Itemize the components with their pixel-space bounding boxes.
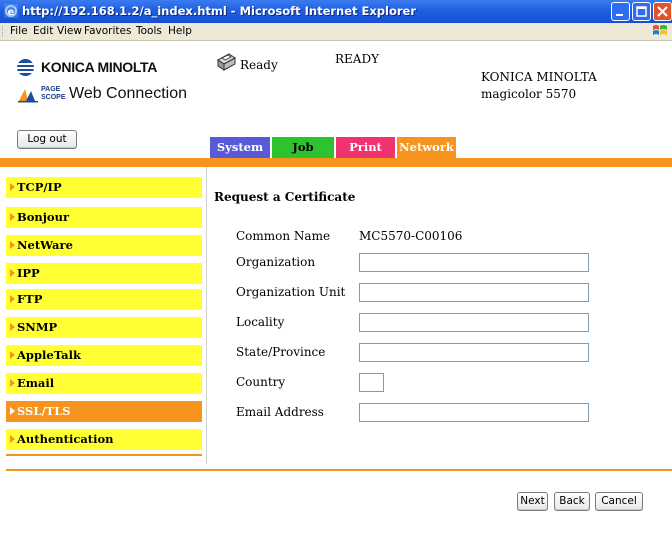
arrow-right-icon: [10, 435, 15, 443]
header-divider: [0, 158, 672, 167]
sidebar-item-appletalk[interactable]: AppleTalk: [6, 345, 202, 366]
locality-label: Locality: [236, 315, 285, 329]
menu-file[interactable]: File: [10, 25, 28, 37]
sidebar-item-ftp[interactable]: FTP: [6, 289, 202, 310]
organization-field[interactable]: [359, 253, 589, 272]
sidebar-item-label: Email: [17, 376, 55, 390]
windows-logo-icon: [653, 25, 667, 35]
printer-status-icon: [217, 53, 236, 71]
tab-network[interactable]: Network: [397, 137, 456, 158]
sidebar-item-label: AppleTalk: [17, 348, 81, 362]
content-divider: [206, 167, 207, 464]
locality-field[interactable]: [359, 313, 589, 332]
menu-view[interactable]: View: [57, 25, 82, 37]
state-province-label: State/Province: [236, 345, 326, 359]
sidebar-item-label: SSL/TLS: [17, 404, 71, 418]
sidebar-item-bonjour[interactable]: Bonjour: [6, 207, 202, 228]
toolbar-grip: [2, 26, 6, 37]
sidebar-item-label: Authentication: [17, 432, 114, 446]
pagescope-icon: [18, 89, 38, 103]
pagescope-text: PAGE SCOPE: [41, 86, 66, 101]
arrow-right-icon: [10, 213, 15, 221]
country-field[interactable]: [359, 373, 384, 392]
maximize-button[interactable]: [632, 2, 651, 21]
menu-tools[interactable]: Tools: [136, 25, 162, 37]
back-button[interactable]: Back: [554, 492, 590, 511]
minimize-button[interactable]: [611, 2, 630, 21]
sidebar-item-ssl-tls[interactable]: SSL/TLS: [6, 401, 202, 422]
sidebar-item-ipp[interactable]: IPP: [6, 263, 202, 284]
organization-unit-label: Organization Unit: [236, 285, 346, 299]
window-title: http://192.168.1.2/a_index.html - Micros…: [22, 4, 417, 18]
email-address-field[interactable]: [359, 403, 589, 422]
model-name: magicolor 5570: [481, 87, 577, 101]
sidebar-item-tcpip[interactable]: TCP/IP: [6, 177, 202, 198]
page-title: Request a Certificate: [214, 190, 356, 204]
organization-label: Organization: [236, 255, 316, 269]
menu-help[interactable]: Help: [168, 25, 192, 37]
window-title-bar: e http://192.168.1.2/a_index.html - Micr…: [0, 0, 672, 23]
sidebar-item-netware[interactable]: NetWare: [6, 235, 202, 256]
state-province-field[interactable]: [359, 343, 589, 362]
sidebar-item-label: FTP: [17, 292, 43, 306]
sidebar-item-label: TCP/IP: [17, 180, 62, 194]
sidebar-item-label: IPP: [17, 266, 40, 280]
sidebar-item-authentication[interactable]: Authentication: [6, 429, 202, 450]
arrow-right-icon: [10, 183, 15, 191]
tab-print[interactable]: Print: [336, 137, 395, 158]
arrow-right-icon: [10, 407, 15, 415]
logout-button[interactable]: Log out: [17, 130, 77, 149]
arrow-right-icon: [10, 269, 15, 277]
ie-icon: e: [4, 4, 18, 18]
konica-globe-icon: [17, 59, 34, 76]
sidebar-item-snmp[interactable]: SNMP: [6, 317, 202, 338]
arrow-right-icon: [10, 379, 15, 387]
status-icon-label: Ready: [240, 58, 278, 72]
brand-name: KONICA MINOLTA: [41, 59, 158, 75]
web-connection-text: Web Connection: [69, 85, 187, 102]
sidebar-item-email[interactable]: Email: [6, 373, 202, 394]
close-button[interactable]: [653, 2, 672, 21]
sidebar-item-label: NetWare: [17, 238, 73, 252]
close-icon: [657, 6, 668, 17]
menu-favorites[interactable]: Favorites: [84, 25, 131, 37]
email-address-label: Email Address: [236, 405, 324, 419]
country-label: Country: [236, 375, 286, 389]
status-text: READY: [335, 52, 380, 66]
menu-edit[interactable]: Edit: [33, 25, 53, 37]
next-button[interactable]: Next: [517, 492, 548, 511]
svg-text:e: e: [8, 7, 15, 18]
maximize-icon: [636, 6, 647, 17]
common-name-label: Common Name: [236, 229, 331, 243]
tab-job[interactable]: Job: [272, 137, 334, 158]
tab-system[interactable]: System: [210, 137, 270, 158]
sidebar-divider: [6, 454, 202, 456]
common-name-value: MC5570-C00106: [359, 229, 463, 243]
arrow-right-icon: [10, 295, 15, 303]
menu-bar: File Edit View Favorites Tools Help: [0, 23, 672, 41]
arrow-right-icon: [10, 323, 15, 331]
sidebar-item-label: Bonjour: [17, 210, 70, 224]
arrow-right-icon: [10, 241, 15, 249]
arrow-right-icon: [10, 351, 15, 359]
model-maker: KONICA MINOLTA: [481, 70, 597, 84]
minimize-icon: [616, 14, 623, 16]
sidebar-item-label: SNMP: [17, 320, 58, 334]
footer-divider: [6, 469, 672, 471]
organization-unit-field[interactable]: [359, 283, 589, 302]
cancel-button[interactable]: Cancel: [595, 492, 643, 511]
